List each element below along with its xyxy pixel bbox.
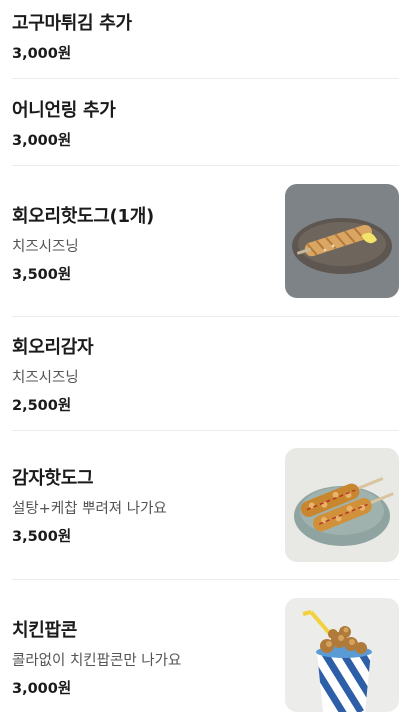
menu-item-price: 3,000원 xyxy=(12,46,72,62)
menu-item-sweet-potato-fries[interactable]: 고구마튀김 추가 3,000원 xyxy=(0,0,411,78)
menu-item-name: 감자핫도그 xyxy=(12,468,94,489)
menu-item-description: 설탕+케찹 뿌려져 나가요 xyxy=(12,501,167,517)
potato-hotdog-photo-icon xyxy=(285,448,399,562)
menu-item-name: 회오리감자 xyxy=(12,337,94,358)
menu-item-name: 회오리핫도그(1개) xyxy=(12,206,154,227)
menu-item-description: 콜라없이 치킨팝콘만 나가요 xyxy=(12,653,182,669)
menu-item-name: 어니언링 추가 xyxy=(12,100,116,121)
menu-item-name: 고구마튀김 추가 xyxy=(12,13,132,34)
menu-item-description: 치즈시즈닝 xyxy=(12,239,79,255)
menu-item-onion-rings[interactable]: 어니언링 추가 3,000원 xyxy=(0,79,411,165)
menu-item-name: 치킨팝콘 xyxy=(12,620,78,641)
menu-item-price: 3,500원 xyxy=(12,267,72,283)
menu-item-price: 3,000원 xyxy=(12,681,72,697)
menu-item-price: 3,500원 xyxy=(12,529,72,545)
chicken-popcorn-photo-icon xyxy=(285,598,399,712)
menu-item-tornado-potato[interactable]: 회오리감자 치즈시즈닝 2,500원 xyxy=(0,317,411,430)
menu-item-description: 치즈시즈닝 xyxy=(12,370,79,386)
menu-item-price: 2,500원 xyxy=(12,398,72,414)
tornado-hotdog-photo-icon xyxy=(285,184,399,298)
menu-item-price: 3,000원 xyxy=(12,133,72,149)
